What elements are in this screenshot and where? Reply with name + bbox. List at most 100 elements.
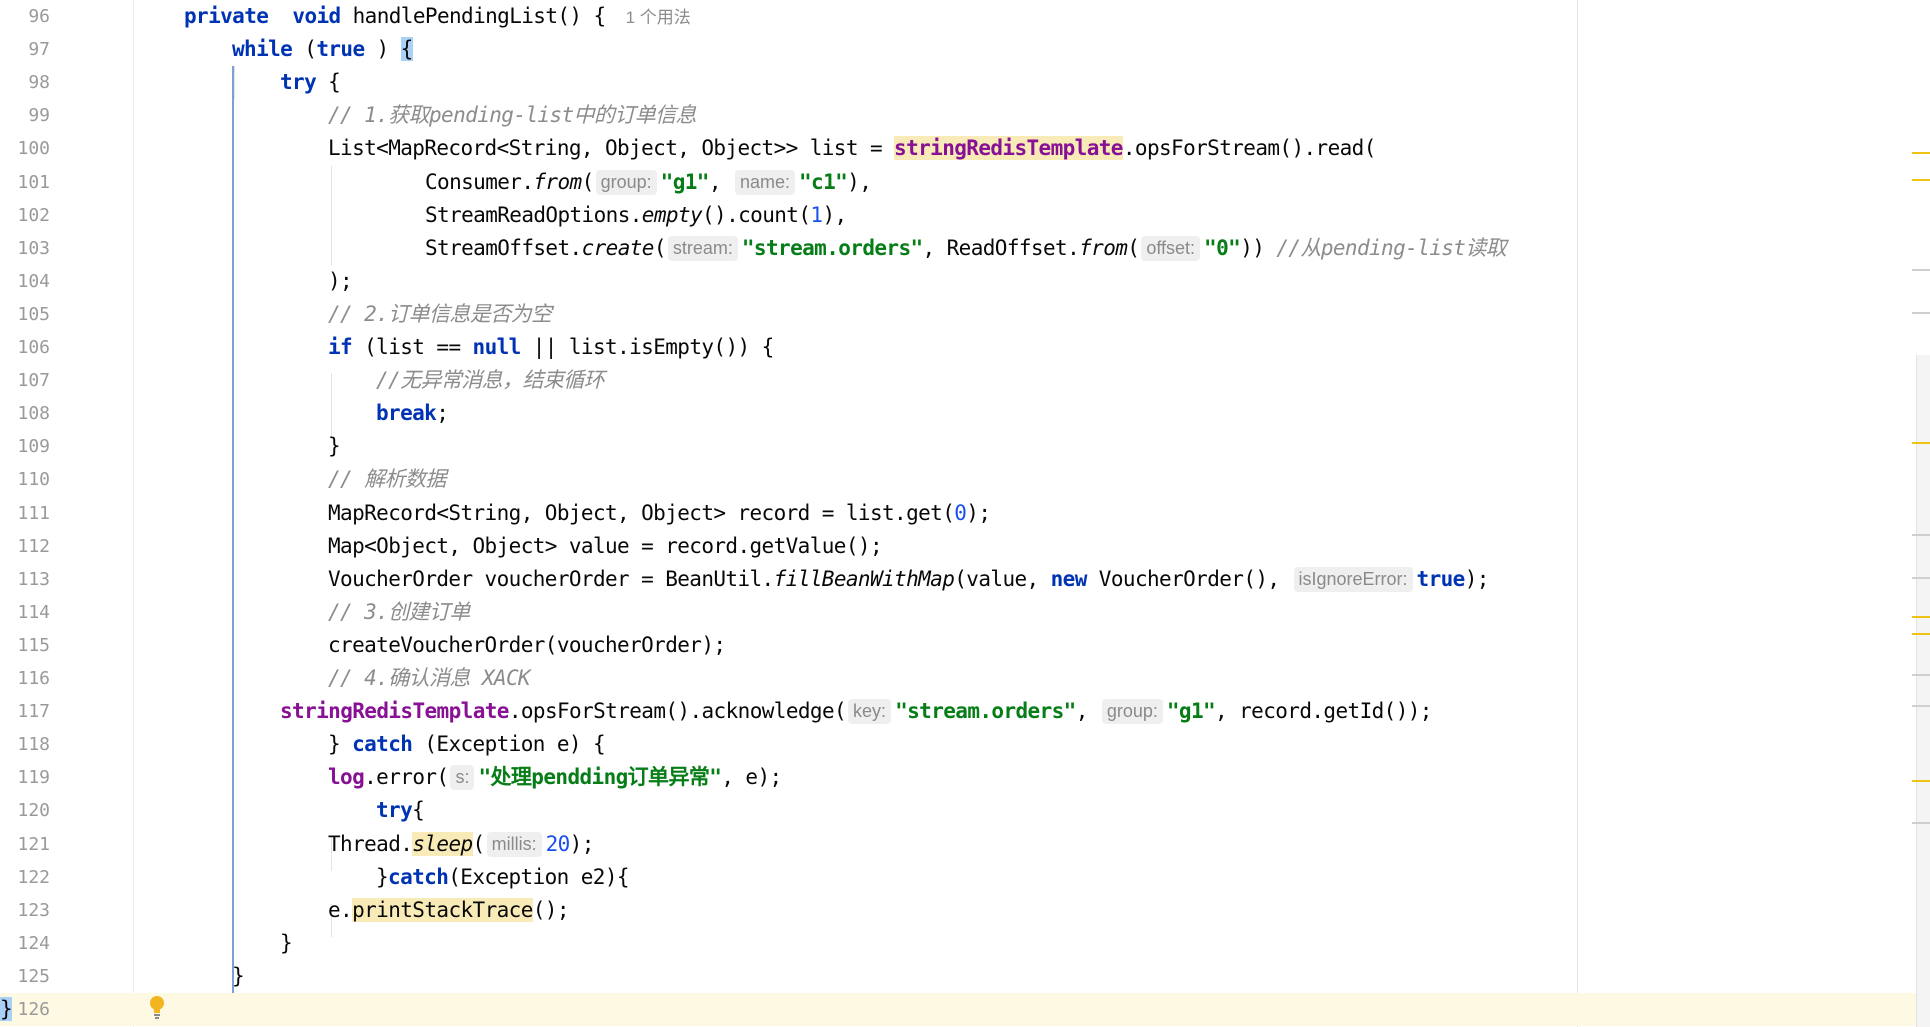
code-line[interactable]: 116 // 4.确认消息 XACK — [0, 662, 1930, 695]
code-text[interactable]: try { — [280, 66, 341, 99]
line-number[interactable]: 115 — [0, 629, 50, 662]
line-number[interactable]: 97 — [0, 33, 50, 66]
code-text[interactable]: // 解析数据 — [328, 463, 446, 496]
code-line[interactable]: 119 log.error(s: "处理pendding订单异常", e); — [0, 761, 1930, 794]
code-text[interactable]: createVoucherOrder(voucherOrder); — [328, 629, 726, 662]
info-marker[interactable] — [1912, 312, 1930, 314]
code-text[interactable]: ); — [328, 265, 353, 298]
line-number[interactable]: 118 — [0, 728, 50, 761]
warning-marker[interactable] — [1912, 780, 1930, 782]
line-number[interactable]: 104 — [0, 265, 50, 298]
line-number[interactable]: 107 — [0, 364, 50, 397]
line-number[interactable]: 98 — [0, 66, 50, 99]
code-line[interactable]: 124} — [0, 927, 1930, 960]
line-number[interactable]: 121 — [0, 828, 50, 861]
code-line[interactable]: 98 try { — [0, 66, 1930, 99]
line-number[interactable]: 123 — [0, 894, 50, 927]
info-marker[interactable] — [1912, 674, 1930, 676]
line-number[interactable]: 120 — [0, 794, 50, 827]
line-number[interactable]: 124 — [0, 927, 50, 960]
code-line[interactable]: 105 // 2.订单信息是否为空 — [0, 298, 1930, 331]
code-text[interactable]: Map<Object, Object> value = record.getVa… — [328, 530, 883, 563]
code-line[interactable]: 99 // 1.获取pending-list中的订单信息 — [0, 99, 1930, 132]
info-marker[interactable] — [1912, 534, 1930, 536]
usage-hint[interactable]: 1 个用法 — [626, 8, 691, 27]
code-line[interactable]: 125} — [0, 960, 1930, 993]
code-text[interactable]: MapRecord<String, Object, Object> record… — [328, 497, 991, 530]
line-number[interactable]: 96 — [0, 0, 50, 33]
line-number[interactable]: 116 — [0, 662, 50, 695]
info-marker[interactable] — [1912, 705, 1930, 707]
line-number[interactable]: 111 — [0, 497, 50, 530]
line-number[interactable]: 99 — [0, 99, 50, 132]
code-line[interactable]: 96 private void handlePendingList() { 1 个… — [0, 0, 1930, 33]
code-text[interactable]: } — [280, 927, 293, 960]
line-number[interactable]: 117 — [0, 695, 50, 728]
code-text[interactable]: } — [328, 430, 341, 463]
line-number[interactable]: 108 — [0, 397, 50, 430]
line-number[interactable]: 102 — [0, 199, 50, 232]
code-text[interactable]: try{ — [376, 794, 425, 827]
warning-marker[interactable] — [1912, 616, 1930, 618]
line-number[interactable]: 119 — [0, 761, 50, 794]
code-line[interactable]: 103 StreamOffset.create(stream: "stream.or… — [0, 232, 1930, 265]
info-marker[interactable] — [1912, 577, 1930, 579]
code-text[interactable]: break; — [376, 397, 449, 430]
code-line[interactable]: 107 //无异常消息，结束循环 — [0, 364, 1930, 397]
code-text[interactable]: // 2.订单信息是否为空 — [328, 298, 552, 331]
code-line[interactable]: 111 MapRecord<String, Object, Object> rec… — [0, 497, 1930, 530]
warning-marker[interactable] — [1912, 442, 1930, 444]
line-number[interactable]: 125 — [0, 960, 50, 993]
code-line[interactable]: 97 while (true ) { — [0, 33, 1930, 66]
code-text[interactable]: e.printStackTrace(); — [328, 894, 569, 927]
code-line[interactable]: 100 List<MapRecord<String, Object, Object… — [0, 132, 1930, 165]
code-text[interactable]: } — [232, 960, 245, 993]
line-number[interactable]: 110 — [0, 463, 50, 496]
code-line[interactable]: 108 break; — [0, 397, 1930, 430]
line-number[interactable]: 113 — [0, 563, 50, 596]
code-line[interactable]: 118 } catch (Exception e) { — [0, 728, 1930, 761]
lightbulb-icon[interactable] — [148, 995, 166, 1019]
code-text[interactable]: private void handlePendingList() { 1 个用法 — [184, 0, 691, 33]
code-editor[interactable]: 96 private void handlePendingList() { 1 个… — [0, 0, 1930, 1027]
code-line[interactable]: 126} — [0, 993, 1930, 1026]
line-number[interactable]: 114 — [0, 596, 50, 629]
code-text[interactable]: Consumer.from(group: "g1", name: "c1"), — [425, 166, 872, 199]
code-text[interactable]: Thread.sleep(millis: 20); — [328, 828, 594, 861]
editor-scrollbar[interactable] — [1916, 355, 1930, 1027]
line-number[interactable]: 105 — [0, 298, 50, 331]
code-line[interactable]: 112 Map<Object, Object> value = record.ge… — [0, 530, 1930, 563]
line-number[interactable]: 109 — [0, 430, 50, 463]
code-text[interactable]: VoucherOrder voucherOrder = BeanUtil.fil… — [328, 563, 1489, 596]
warning-marker[interactable] — [1912, 152, 1930, 154]
info-marker[interactable] — [1912, 822, 1930, 824]
code-text[interactable]: } catch (Exception e) { — [328, 728, 606, 761]
code-text[interactable]: //无异常消息，结束循环 — [376, 364, 605, 397]
code-line[interactable]: 110 // 解析数据 — [0, 463, 1930, 496]
code-line[interactable]: 121 Thread.sleep(millis: 20); — [0, 828, 1930, 861]
warning-marker[interactable] — [1912, 633, 1930, 635]
line-number[interactable]: 112 — [0, 530, 50, 563]
code-text[interactable]: StreamOffset.create(stream: "stream.order… — [425, 232, 1507, 265]
code-line[interactable]: 101 Consumer.from(group: "g1", name: "c1"), — [0, 166, 1930, 199]
line-number[interactable]: 101 — [0, 166, 50, 199]
code-line[interactable]: 113 VoucherOrder voucherOrder = BeanUtil.… — [0, 563, 1930, 596]
line-number[interactable]: 106 — [0, 331, 50, 364]
code-line[interactable]: 114 // 3.创建订单 — [0, 596, 1930, 629]
warning-marker[interactable] — [1912, 179, 1930, 181]
code-text[interactable]: // 3.创建订单 — [328, 596, 470, 629]
line-number[interactable]: 122 — [0, 861, 50, 894]
code-line[interactable]: 109} — [0, 430, 1930, 463]
code-text[interactable]: List<MapRecord<String, Object, Object>> … — [328, 132, 1376, 165]
line-number[interactable]: 100 — [0, 132, 50, 165]
code-line[interactable]: 120 try{ — [0, 794, 1930, 827]
code-line[interactable]: 106 if (list == null || list.isEmpty()) { — [0, 331, 1930, 364]
code-text[interactable]: // 1.获取pending-list中的订单信息 — [328, 99, 697, 132]
code-line[interactable]: 104); — [0, 265, 1930, 298]
code-line[interactable]: 123 e.printStackTrace(); — [0, 894, 1930, 927]
code-line[interactable]: 122 }catch(Exception e2){ — [0, 861, 1930, 894]
code-text[interactable]: StreamReadOptions.empty().count(1), — [425, 199, 847, 232]
code-line[interactable]: 102 StreamReadOptions.empty().count(1), — [0, 199, 1930, 232]
code-text[interactable]: }catch(Exception e2){ — [376, 861, 630, 894]
code-text[interactable]: if (list == null || list.isEmpty()) { — [328, 331, 774, 364]
